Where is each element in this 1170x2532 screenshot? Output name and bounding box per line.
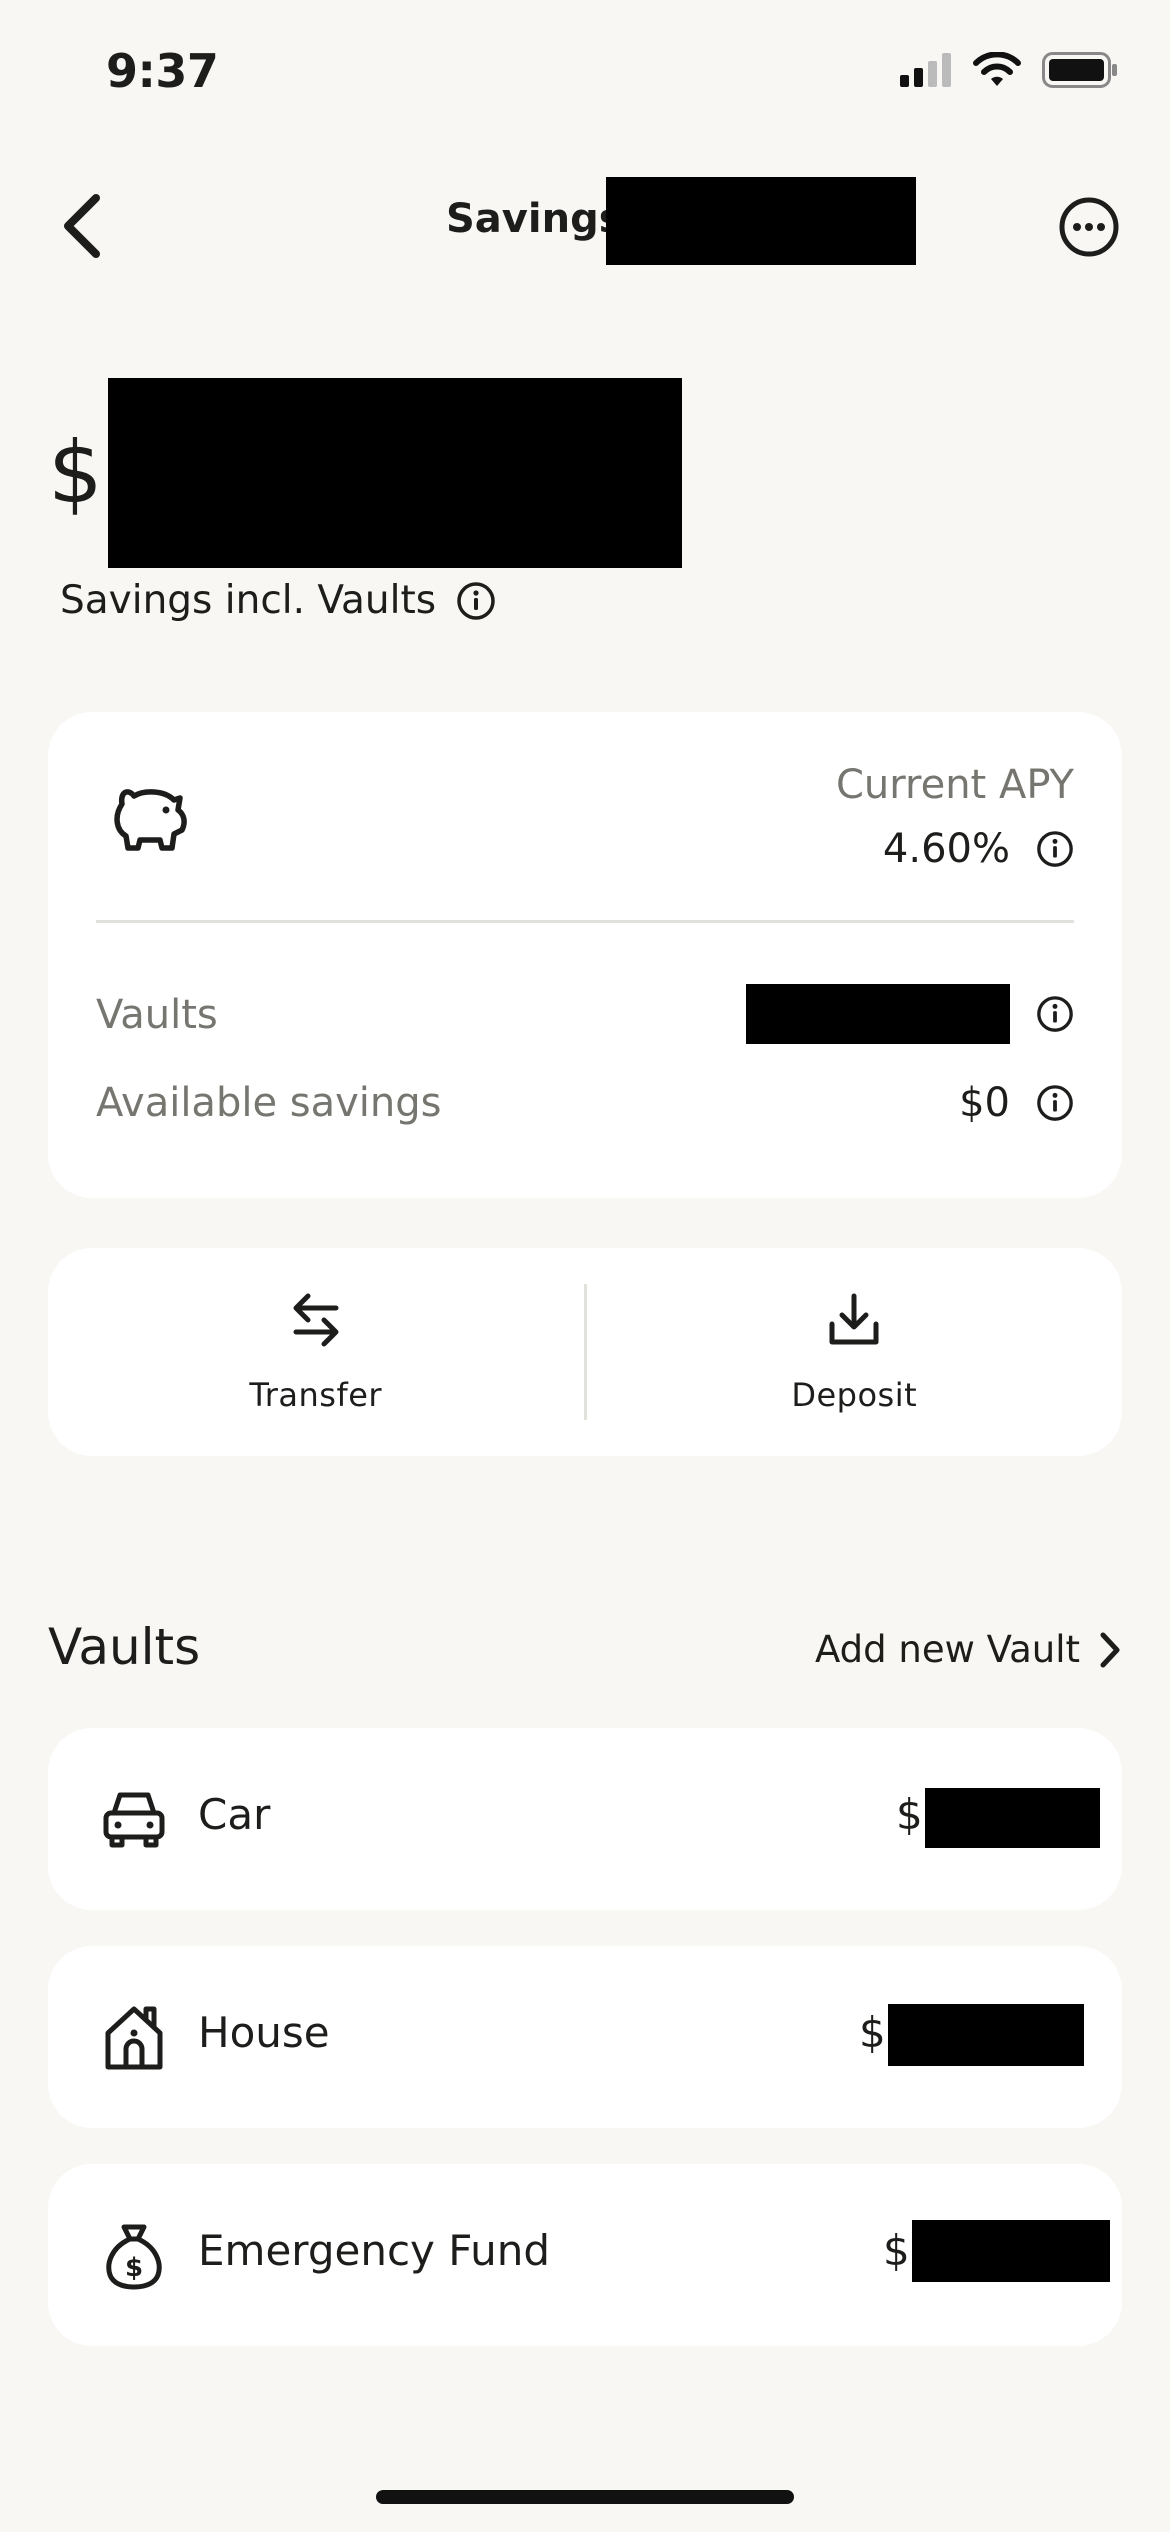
chevron-right-icon (1100, 1632, 1120, 1667)
status-time: 9:37 (106, 44, 219, 98)
divider (96, 920, 1074, 923)
redacted-vaults-total (746, 984, 1010, 1044)
redacted-account-name (606, 177, 916, 265)
apy-label: Current APY (836, 762, 1074, 808)
info-icon[interactable] (1036, 995, 1074, 1033)
vaults-row-label: Vaults (96, 992, 218, 1038)
savings-summary-card: Current APY 4.60% Vaults Available savin… (48, 712, 1122, 1198)
available-savings-value: $0 (959, 1080, 1010, 1126)
deposit-label: Deposit (791, 1376, 918, 1414)
vault-name: Car (198, 1790, 271, 1839)
available-savings-label: Available savings (96, 1080, 442, 1126)
vault-item-house[interactable]: House $ (48, 1946, 1122, 2128)
vault-amount-prefix: $ (883, 2226, 910, 2275)
house-icon (105, 2006, 163, 2070)
home-indicator[interactable] (376, 2490, 794, 2504)
vaults-section-title: Vaults (48, 1618, 201, 1676)
transfer-label: Transfer (249, 1376, 383, 1414)
car-icon (103, 1792, 165, 1848)
redacted-balance (108, 378, 682, 568)
ellipsis-circle-icon (1059, 197, 1119, 257)
vault-name: House (198, 2008, 330, 2057)
vaults-row-value (746, 984, 1074, 1044)
battery-icon (1042, 52, 1117, 88)
redacted-vault-amount (888, 2004, 1084, 2066)
vault-name: Emergency Fund (198, 2226, 550, 2275)
piggy-bank-icon (114, 789, 187, 851)
back-button[interactable] (56, 188, 112, 264)
apy-row: 4.60% (883, 826, 1074, 872)
more-options-button[interactable] (1058, 196, 1120, 258)
redacted-vault-amount (925, 1788, 1100, 1848)
chevron-left-icon (64, 194, 100, 258)
vault-amount-prefix: $ (896, 1790, 923, 1839)
redacted-vault-amount (912, 2220, 1110, 2282)
add-new-vault-label: Add new Vault (815, 1628, 1080, 1671)
cellular-signal-icon (900, 53, 951, 87)
money-bag-icon: $ (106, 2224, 162, 2290)
download-tray-icon (829, 1293, 879, 1345)
actions-card: Transfer Deposit (48, 1248, 1122, 1456)
page-title: Savings (446, 196, 623, 242)
vault-amount-prefix: $ (859, 2008, 886, 2057)
info-icon[interactable] (1036, 830, 1074, 868)
status-icons (900, 52, 1118, 88)
svg-text:$: $ (125, 2253, 143, 2283)
transfer-button[interactable]: Transfer (48, 1248, 584, 1456)
info-icon[interactable] (1036, 1084, 1074, 1122)
apy-value: 4.60% (882, 826, 1010, 872)
available-savings-value-row: $0 (959, 1080, 1074, 1126)
vault-item-car[interactable]: Car $ (48, 1728, 1122, 1910)
transfer-arrows-icon (293, 1293, 339, 1347)
add-new-vault-link[interactable]: Add new Vault (815, 1628, 1122, 1671)
balance-currency: $ (48, 423, 103, 523)
info-icon[interactable] (456, 581, 496, 621)
balance-caption-text: Savings incl. Vaults (60, 578, 437, 623)
vault-item-emergency-fund[interactable]: $ Emergency Fund $ (48, 2164, 1122, 2346)
wifi-icon (973, 52, 1021, 86)
deposit-button[interactable]: Deposit (587, 1248, 1123, 1456)
balance-caption: Savings incl. Vaults (60, 578, 496, 623)
